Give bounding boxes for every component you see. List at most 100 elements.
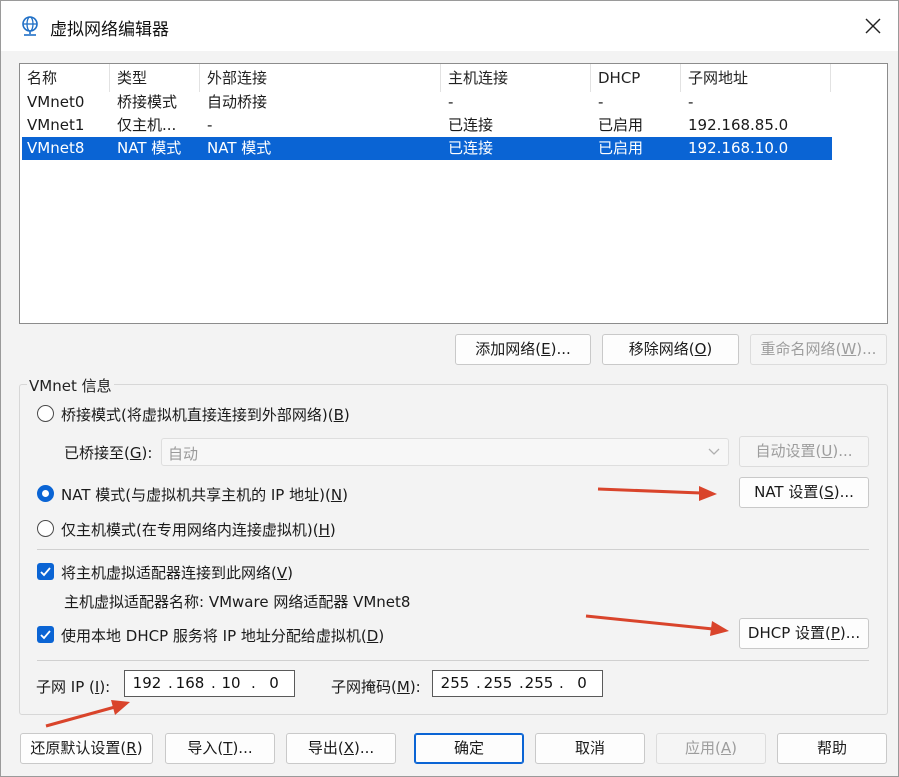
- add-network-ellipsis: ...: [556, 340, 571, 358]
- apply-label: 应用: [685, 739, 716, 757]
- bridged-to-label: 已桥接至(G):: [64, 444, 153, 462]
- dhcp-settings-button[interactable]: DHCP 设置(P)...: [739, 618, 869, 649]
- nat-mode-label[interactable]: NAT 模式(与虚拟机共享主机的 IP 地址)(N): [61, 484, 348, 505]
- globe-network-icon: [22, 16, 38, 36]
- subnet-ip-octet-3[interactable]: 10: [213, 674, 249, 692]
- list-header: 名称 类型 外部连接 主机连接 DHCP 子网地址: [20, 64, 887, 92]
- adapter-name-text: 主机虚拟适配器名称: VMware 网络适配器 VMnet8: [64, 593, 411, 611]
- dhcp-settings-label: DHCP 设置: [747, 624, 826, 642]
- subnet-ip-octet-2[interactable]: 168: [172, 674, 208, 692]
- nat-settings-button[interactable]: NAT 设置(S)...: [739, 477, 869, 508]
- cell-type: 桥接模式: [117, 93, 178, 111]
- close-button[interactable]: [853, 9, 893, 43]
- cell-name: VMnet8: [27, 139, 85, 157]
- bridged-to-select[interactable]: 自动: [161, 438, 729, 466]
- auto-settings-button[interactable]: 自动设置(U)...: [739, 436, 869, 467]
- nat-settings-label: NAT 设置: [754, 483, 819, 501]
- cell-type: 仅主机...: [117, 116, 177, 134]
- network-list[interactable]: 名称 类型 外部连接 主机连接 DHCP 子网地址 VMnet0 桥接模式 自动…: [19, 63, 888, 324]
- export-ellipsis: ...: [359, 739, 375, 757]
- column-header-external[interactable]: 外部连接: [200, 64, 441, 92]
- connect-adapter-checkbox[interactable]: [37, 563, 54, 580]
- cell-subnet: 192.168.85.0: [688, 116, 789, 134]
- nat-settings-hotkey: S: [824, 483, 834, 501]
- checkmark-icon: [40, 630, 51, 640]
- nat-mode-radio[interactable]: [37, 485, 54, 502]
- checkmark-icon: [40, 567, 51, 577]
- cell-host: 已连接: [448, 116, 494, 134]
- virtual-network-editor-window: 虚拟网络编辑器 名称 类型 外部连接 主机连接 DHCP 子网地址 VMnet0…: [0, 0, 899, 777]
- table-row-selected[interactable]: VMnet8 NAT 模式 NAT 模式 已连接 已启用 192.168.10.…: [22, 137, 832, 160]
- vmnet-info-title: VMnet 信息: [27, 375, 114, 396]
- restore-defaults-hotkey: R: [126, 739, 137, 757]
- export-hotkey: X: [343, 739, 354, 757]
- host-only-mode-label[interactable]: 仅主机模式(在专用网络内连接虚拟机)(H): [61, 519, 336, 540]
- close-icon: [865, 18, 881, 34]
- add-network-label: 添加网络: [475, 340, 536, 358]
- rename-network-ellipsis: ...: [862, 340, 877, 358]
- cell-external: 自动桥接: [207, 93, 268, 111]
- apply-hotkey: A: [720, 739, 732, 757]
- cell-subnet: -: [688, 93, 694, 111]
- chevron-down-icon: [708, 448, 720, 455]
- remove-network-hotkey: O: [694, 340, 707, 358]
- cell-dhcp: -: [598, 93, 604, 111]
- column-header-dhcp[interactable]: DHCP: [591, 64, 681, 92]
- use-dhcp-checkbox[interactable]: [37, 626, 54, 643]
- subnet-mask-label: 子网掩码(M):: [331, 678, 421, 696]
- subnet-ip-field[interactable]: 192 . 168 . 10 . 0: [124, 670, 295, 697]
- remove-network-label: 移除网络: [628, 340, 689, 358]
- restore-defaults-label: 还原默认设置: [30, 739, 121, 757]
- ok-button[interactable]: 确定: [414, 733, 524, 764]
- connect-adapter-label[interactable]: 将主机虚拟适配器连接到此网络(V): [61, 562, 293, 583]
- auto-settings-label: 自动设置: [755, 442, 816, 460]
- subnet-ip-octet-1[interactable]: 192: [129, 674, 165, 692]
- subnet-mask-octet-2[interactable]: 255: [480, 674, 516, 692]
- table-row[interactable]: VMnet1 仅主机... - 已连接 已启用 192.168.85.0: [22, 114, 832, 137]
- window-title: 虚拟网络编辑器: [50, 20, 169, 40]
- help-button[interactable]: 帮助: [777, 733, 887, 764]
- subnet-ip-label: 子网 IP (I):: [36, 678, 111, 696]
- cell-dhcp: 已启用: [598, 116, 644, 134]
- title-bar: 虚拟网络编辑器: [1, 1, 898, 51]
- subnet-mask-field[interactable]: 255 . 255 . 255 . 0: [432, 670, 603, 697]
- auto-settings-ellipsis: ...: [838, 442, 853, 460]
- cell-name: VMnet0: [27, 93, 85, 111]
- auto-settings-hotkey: U: [821, 442, 833, 460]
- export-label: 导出: [307, 739, 338, 757]
- cell-external: -: [207, 116, 213, 134]
- column-header-type[interactable]: 类型: [110, 64, 200, 92]
- nat-settings-ellipsis: ...: [839, 483, 854, 501]
- host-only-mode-radio[interactable]: [37, 520, 54, 537]
- cancel-button[interactable]: 取消: [535, 733, 645, 764]
- remove-network-button[interactable]: 移除网络(O): [602, 334, 739, 365]
- column-header-host[interactable]: 主机连接: [441, 64, 591, 92]
- import-button[interactable]: 导入(T)...: [165, 733, 275, 764]
- restore-defaults-button[interactable]: 还原默认设置(R): [20, 733, 153, 764]
- import-hotkey: T: [223, 739, 233, 757]
- table-row[interactable]: VMnet0 桥接模式 自动桥接 - - -: [22, 91, 832, 114]
- column-header-subnet[interactable]: 子网地址: [681, 64, 831, 92]
- dhcp-settings-ellipsis: ...: [845, 624, 861, 642]
- cell-host: -: [448, 93, 454, 111]
- apply-button[interactable]: 应用(A): [656, 733, 766, 764]
- subnet-mask-octet-3[interactable]: 255: [521, 674, 557, 692]
- subnet-mask-octet-1[interactable]: 255: [437, 674, 473, 692]
- export-button[interactable]: 导出(X)...: [286, 733, 396, 764]
- cell-host: 已连接: [448, 139, 494, 157]
- use-dhcp-label[interactable]: 使用本地 DHCP 服务将 IP 地址分配给虚拟机(D): [61, 625, 384, 646]
- subnet-mask-octet-4[interactable]: 0: [564, 674, 600, 692]
- rename-network-button[interactable]: 重命名网络(W)...: [750, 334, 887, 365]
- divider: [37, 549, 869, 550]
- cell-name: VMnet1: [27, 116, 85, 134]
- subnet-ip-octet-4[interactable]: 0: [256, 674, 292, 692]
- bridged-mode-label[interactable]: 桥接模式(将虚拟机直接连接到外部网络)(B): [61, 404, 350, 425]
- cell-type: NAT 模式: [117, 139, 182, 157]
- add-network-button[interactable]: 添加网络(E)...: [455, 334, 591, 365]
- divider: [37, 660, 869, 661]
- dhcp-settings-hotkey: P: [830, 624, 840, 642]
- column-header-name[interactable]: 名称: [20, 64, 110, 92]
- rename-network-hotkey: W: [841, 340, 857, 358]
- bridged-mode-radio[interactable]: [37, 405, 54, 422]
- import-ellipsis: ...: [238, 739, 253, 757]
